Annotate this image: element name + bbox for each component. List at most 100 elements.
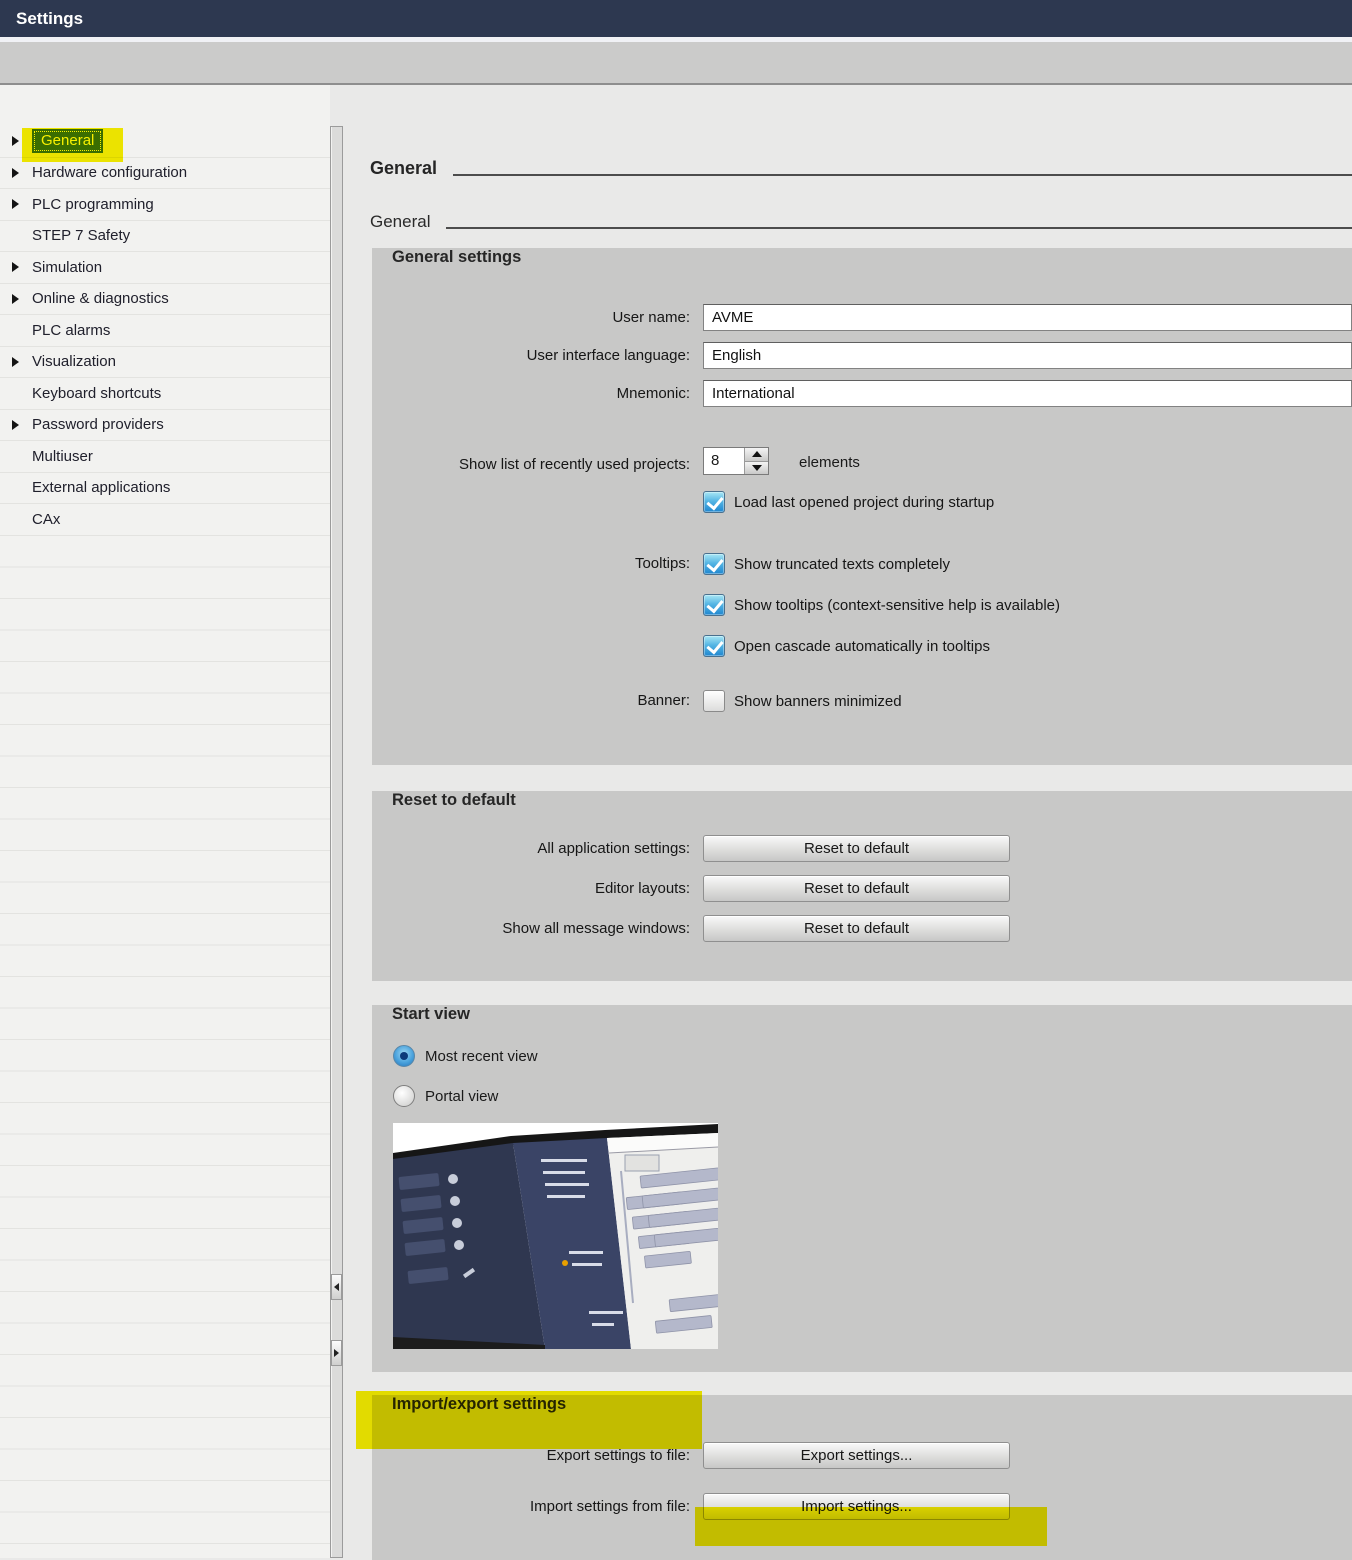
expand-arrow-icon[interactable]: [12, 357, 19, 367]
window-title: Settings: [0, 0, 1352, 37]
stepper-down-button[interactable]: [745, 462, 768, 475]
subsection-title: General: [370, 212, 430, 232]
mnemonic-row: Mnemonic:: [372, 380, 1352, 407]
sidebar-empty-rows: [0, 536, 330, 1559]
sidebar-item-online-diagnostics[interactable]: Online & diagnostics: [0, 284, 330, 316]
toolbar-strip: [0, 42, 1352, 85]
reset-to-default-header: Reset to default: [392, 791, 1352, 810]
sidebar-item-label: Visualization: [32, 353, 116, 370]
recent-projects-value: 8: [704, 448, 744, 474]
sidebar-item-label: STEP 7 Safety: [32, 227, 130, 244]
mnemonic-label: Mnemonic:: [617, 384, 690, 404]
load-last-project-checkbox[interactable]: [703, 491, 725, 513]
sidebar-item-label: General: [32, 129, 103, 153]
show-banners-minimized-label: Show banners minimized: [734, 693, 902, 710]
sidebar-item-cax[interactable]: CAx: [0, 504, 330, 536]
recent-projects-row: Show list of recently used projects: 8 e…: [372, 447, 1352, 475]
show-truncated-row: Tooltips: Show truncated texts completel…: [372, 553, 1352, 575]
banner-group-label: Banner:: [637, 691, 690, 711]
title-rule: [453, 174, 1352, 176]
sidebar-item-external-applications[interactable]: External applications: [0, 473, 330, 505]
expand-arrow-icon[interactable]: [12, 262, 19, 272]
portal-view-radio[interactable]: [393, 1085, 415, 1107]
sidebar-item-simulation[interactable]: Simulation: [0, 252, 330, 284]
import-settings-button[interactable]: Import settings...: [703, 1493, 1010, 1520]
open-cascade-label: Open cascade automatically in tooltips: [734, 638, 990, 655]
sidebar-item-label: CAx: [32, 511, 60, 528]
sidebar-item-general[interactable]: General: [0, 126, 330, 158]
reset-message-windows-row: Show all message windows: Reset to defau…: [372, 915, 1352, 942]
ui-language-field[interactable]: [703, 342, 1352, 369]
sidebar-item-label: PLC alarms: [32, 322, 110, 339]
general-settings-header: General settings: [392, 248, 1352, 267]
reset-message-windows-button[interactable]: Reset to default: [703, 915, 1010, 942]
show-truncated-label: Show truncated texts completely: [734, 556, 950, 573]
sidebar-item-plc-alarms[interactable]: PLC alarms: [0, 315, 330, 347]
sidebar-item-label: External applications: [32, 479, 170, 496]
show-tooltips-label: Show tooltips (context-sensitive help is…: [734, 597, 1060, 614]
sidebar-item-password-providers[interactable]: Password providers: [0, 410, 330, 442]
reset-message-windows-label: Show all message windows:: [502, 919, 690, 939]
expand-arrow-icon[interactable]: [12, 168, 19, 178]
mnemonic-field[interactable]: [703, 380, 1352, 407]
sidebar-item-plc-programming[interactable]: PLC programming: [0, 189, 330, 221]
expand-arrow-icon[interactable]: [12, 420, 19, 430]
sidebar-item-multiuser[interactable]: Multiuser: [0, 441, 330, 473]
subsection-title-row: General: [370, 212, 1352, 232]
sidebar-item-keyboard-shortcuts[interactable]: Keyboard shortcuts: [0, 378, 330, 410]
show-tooltips-checkbox[interactable]: [703, 594, 725, 616]
reset-app-settings-row: All application settings: Reset to defau…: [372, 835, 1352, 862]
most-recent-view-option[interactable]: Most recent view: [393, 1045, 1352, 1067]
reset-app-settings-button[interactable]: Reset to default: [703, 835, 1010, 862]
banner-row: Banner: Show banners minimized: [372, 690, 1352, 712]
settings-main: General General General settings User na…: [345, 85, 1352, 1558]
sidebar-item-step7-safety[interactable]: STEP 7 Safety: [0, 221, 330, 253]
most-recent-view-radio[interactable]: [393, 1045, 415, 1067]
export-settings-button[interactable]: Export settings...: [703, 1442, 1010, 1469]
import-export-header: Import/export settings: [392, 1395, 1352, 1414]
portal-view-label: Portal view: [425, 1088, 498, 1105]
import-settings-row: Import settings from file: Import settin…: [372, 1493, 1352, 1520]
collapse-left-button[interactable]: [331, 1274, 342, 1300]
ui-language-row: User interface language:: [372, 342, 1352, 369]
show-banners-minimized-checkbox[interactable]: [703, 690, 725, 712]
arrow-down-icon: [752, 465, 762, 471]
sidebar-item-visualization[interactable]: Visualization: [0, 347, 330, 379]
sidebar-item-label: PLC programming: [32, 196, 154, 213]
title-rule: [446, 227, 1352, 229]
expand-right-button[interactable]: [331, 1340, 342, 1366]
expand-arrow-icon[interactable]: [12, 294, 19, 304]
user-name-field[interactable]: [703, 304, 1352, 331]
recent-projects-label: Show list of recently used projects:: [459, 455, 690, 475]
sidebar-item-label: Online & diagnostics: [32, 290, 169, 307]
portal-view-option[interactable]: Portal view: [393, 1085, 1352, 1107]
recent-projects-suffix: elements: [799, 454, 860, 475]
user-name-row: User name:: [372, 304, 1352, 331]
settings-content: General Hardware configuration PLC progr…: [0, 85, 1352, 1558]
open-cascade-checkbox[interactable]: [703, 635, 725, 657]
show-truncated-checkbox[interactable]: [703, 553, 725, 575]
export-settings-row: Export settings to file: Export settings…: [372, 1442, 1352, 1469]
recent-projects-stepper[interactable]: 8: [703, 447, 769, 475]
stepper-up-button[interactable]: [745, 448, 768, 462]
tooltips-group-label: Tooltips:: [635, 554, 690, 574]
start-view-header: Start view: [392, 1005, 1352, 1024]
sidebar-item-hardware-configuration[interactable]: Hardware configuration: [0, 158, 330, 190]
settings-nav: General Hardware configuration PLC progr…: [0, 85, 330, 1558]
arrow-right-icon: [334, 1349, 339, 1357]
import-export-panel: Import/export settings Export settings t…: [372, 1395, 1352, 1560]
page-title-row: General: [370, 158, 1352, 179]
general-settings-panel: General settings User name: User interfa…: [372, 248, 1352, 765]
reset-to-default-panel: Reset to default All application setting…: [372, 791, 1352, 981]
reset-app-settings-label: All application settings:: [537, 839, 690, 859]
start-view-panel: Start view Most recent view Portal view: [372, 1005, 1352, 1372]
open-cascade-row: Open cascade automatically in tooltips: [372, 635, 1352, 657]
most-recent-view-label: Most recent view: [425, 1048, 538, 1065]
reset-editor-layouts-button[interactable]: Reset to default: [703, 875, 1010, 902]
ui-language-label: User interface language:: [527, 346, 690, 366]
expand-arrow-icon[interactable]: [12, 136, 19, 146]
sidebar-item-label: Hardware configuration: [32, 164, 187, 181]
start-view-thumbnail-image: [393, 1123, 718, 1349]
expand-arrow-icon[interactable]: [12, 199, 19, 209]
nav-scrollbar[interactable]: [330, 126, 343, 1558]
